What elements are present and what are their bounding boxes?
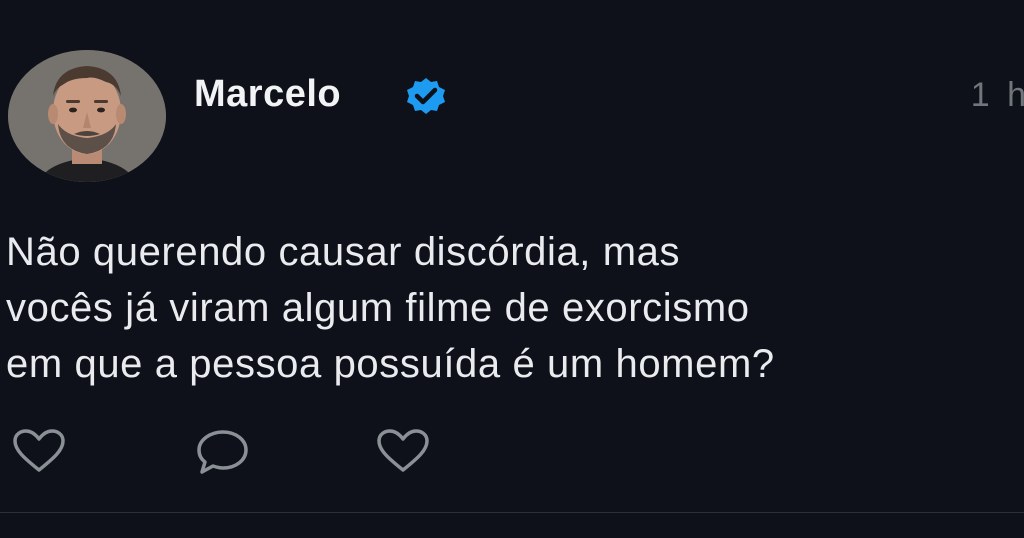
avatar-portrait (8, 50, 166, 182)
tweet-text-line: em que a pessoa possuída é um homem? (6, 342, 775, 386)
heart-icon[interactable] (10, 428, 68, 479)
timestamp: 1 h (970, 76, 1024, 114)
tweet-text-line: vocês já viram algum filme de exorcismo (6, 286, 750, 330)
tweet-text-line: Não querendo causar discórdia, mas (6, 230, 681, 274)
comment-icon[interactable] (196, 428, 252, 481)
heart-icon[interactable] (374, 428, 432, 479)
tweet-card: Marcelo 1 h Não querendo causar discórdi… (0, 0, 1024, 538)
avatar[interactable] (8, 50, 166, 182)
tweet-text: Não querendo causar discórdia, mas vocês… (6, 224, 1016, 392)
divider (0, 512, 1024, 513)
author-name[interactable]: Marcelo (194, 73, 341, 116)
action-bar (0, 428, 1024, 478)
verified-badge-icon (404, 76, 448, 116)
